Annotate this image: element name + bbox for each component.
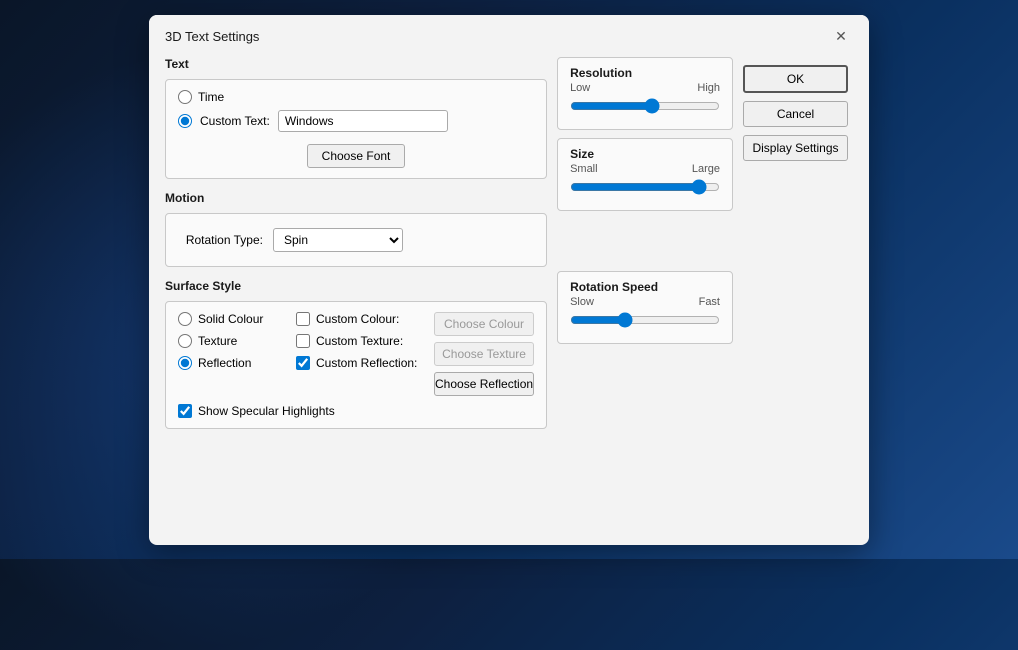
reflection-row: Reflection <box>178 356 288 370</box>
rotation-type-row: Rotation Type: Spin Seesaw Wobble None <box>178 224 534 256</box>
text-section-box: Time Custom Text: Choose Font <box>165 79 547 179</box>
custom-colour-row: Custom Colour: <box>296 312 426 326</box>
resolution-section: Resolution Low High <box>557 57 733 130</box>
display-settings-button[interactable]: Display Settings <box>743 135 848 161</box>
text-section-label: Text <box>165 57 547 71</box>
surface-checkbox-col: Custom Colour: Custom Texture: Custom Re… <box>296 312 426 370</box>
title-bar: 3D Text Settings ✕ <box>149 15 869 57</box>
rotation-fast-label: Fast <box>699 296 720 308</box>
texture-label: Texture <box>198 334 237 348</box>
rotation-slow-label: Slow <box>570 296 594 308</box>
text-section: Text Time Custom Text: <box>165 57 547 179</box>
custom-reflection-label: Custom Reflection: <box>316 356 417 370</box>
surface-style-content: Solid Colour Texture Reflection <box>178 312 534 396</box>
motion-section-label: Motion <box>165 191 547 205</box>
size-large-label: Large <box>692 163 720 175</box>
custom-reflection-row: Custom Reflection: <box>296 356 426 370</box>
choose-font-button[interactable]: Choose Font <box>307 144 406 168</box>
rotation-type-label: Rotation Type: <box>178 233 263 247</box>
solid-colour-row: Solid Colour <box>178 312 288 326</box>
reflection-label: Reflection <box>198 356 251 370</box>
resolution-slider-box: Resolution Low High <box>557 57 733 130</box>
resolution-label: Resolution <box>570 66 720 80</box>
size-label: Size <box>570 147 720 161</box>
texture-radio[interactable] <box>178 334 192 348</box>
cancel-button[interactable]: Cancel <box>743 101 848 127</box>
custom-text-label: Custom Text: <box>200 114 270 128</box>
texture-row: Texture <box>178 334 288 348</box>
resolution-high-label: High <box>697 82 720 94</box>
solid-colour-radio[interactable] <box>178 312 192 326</box>
custom-texture-row: Custom Texture: <box>296 334 426 348</box>
custom-text-radio[interactable] <box>178 114 192 128</box>
time-radio-row: Time <box>178 90 534 104</box>
ok-button[interactable]: OK <box>743 65 848 93</box>
resolution-low-label: Low <box>570 82 590 94</box>
surface-button-col: Choose Colour Choose Texture Choose Refl… <box>434 312 534 396</box>
resolution-slider[interactable] <box>570 98 720 114</box>
custom-colour-checkbox[interactable] <box>296 312 310 326</box>
sliders-column: Resolution Low High Size Small Large <box>557 57 733 441</box>
size-range-labels: Small Large <box>570 163 720 175</box>
choose-texture-button[interactable]: Choose Texture <box>434 342 534 366</box>
action-buttons-panel: OK Cancel Display Settings <box>743 57 853 441</box>
custom-colour-label: Custom Colour: <box>316 312 399 326</box>
choose-font-row: Choose Font <box>178 144 534 168</box>
dialog-title: 3D Text Settings <box>165 29 259 44</box>
show-specular-checkbox[interactable] <box>178 404 192 418</box>
solid-colour-label: Solid Colour <box>198 312 263 326</box>
custom-text-input[interactable] <box>278 110 448 132</box>
rotation-speed-label: Rotation Speed <box>570 280 720 294</box>
choose-colour-button[interactable]: Choose Colour <box>434 312 534 336</box>
main-content: Text Time Custom Text: <box>149 57 869 441</box>
show-specular-label: Show Specular Highlights <box>198 404 335 418</box>
sections-column: Text Time Custom Text: <box>165 57 547 441</box>
rotation-speed-slider[interactable] <box>570 312 720 328</box>
time-radio[interactable] <box>178 90 192 104</box>
time-label: Time <box>198 90 224 104</box>
close-button[interactable]: ✕ <box>829 25 853 49</box>
motion-section-box: Rotation Type: Spin Seesaw Wobble None <box>165 213 547 267</box>
surface-style-label: Surface Style <box>165 279 547 293</box>
choose-reflection-button[interactable]: Choose Reflection <box>434 372 534 396</box>
surface-style-section: Surface Style Solid Colour Texture <box>165 279 547 429</box>
size-section: Size Small Large <box>557 138 733 211</box>
size-small-label: Small <box>570 163 598 175</box>
reflection-radio[interactable] <box>178 356 192 370</box>
rotation-speed-range-labels: Slow Fast <box>570 296 720 308</box>
size-slider[interactable] <box>570 179 720 195</box>
text-radio-group: Time Custom Text: <box>178 90 534 132</box>
surface-style-box: Solid Colour Texture Reflection <box>165 301 547 429</box>
motion-section: Motion Rotation Type: Spin Seesaw Wobble… <box>165 191 547 267</box>
size-slider-box: Size Small Large <box>557 138 733 211</box>
show-specular-row: Show Specular Highlights <box>178 404 534 418</box>
surface-radio-col: Solid Colour Texture Reflection <box>178 312 288 370</box>
custom-text-radio-row: Custom Text: <box>178 110 534 132</box>
dialog-window: 3D Text Settings ✕ Text Time Custom <box>149 15 869 545</box>
rotation-type-select[interactable]: Spin Seesaw Wobble None <box>273 228 403 252</box>
custom-texture-label: Custom Texture: <box>316 334 403 348</box>
rotation-speed-slider-box: Rotation Speed Slow Fast <box>557 271 733 344</box>
custom-reflection-checkbox[interactable] <box>296 356 310 370</box>
custom-texture-checkbox[interactable] <box>296 334 310 348</box>
resolution-range-labels: Low High <box>570 82 720 94</box>
rotation-speed-section: Rotation Speed Slow Fast <box>557 271 733 344</box>
